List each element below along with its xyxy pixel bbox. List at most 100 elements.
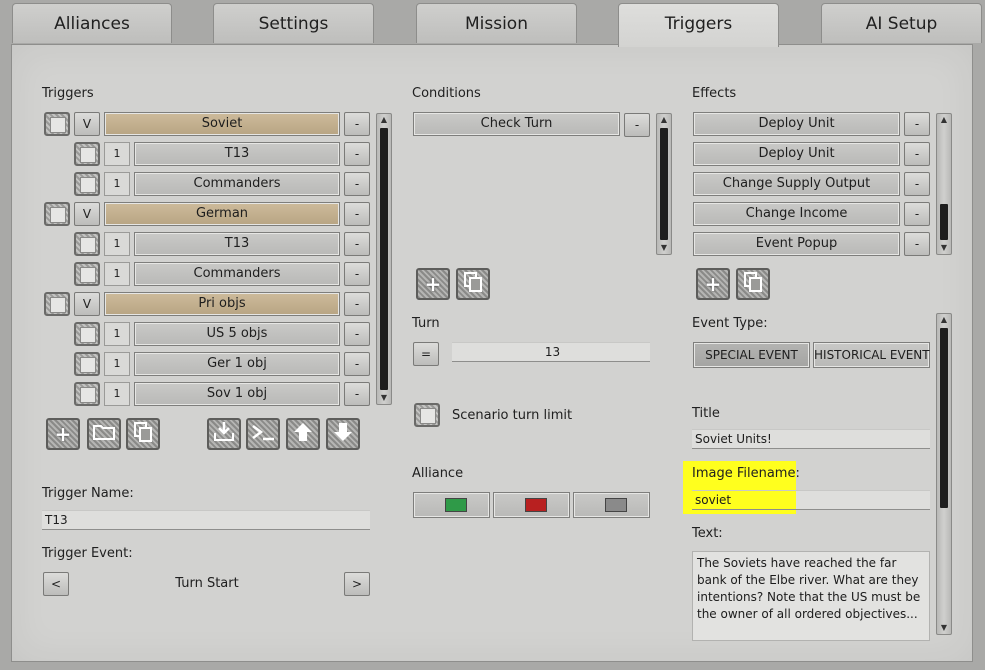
scroll-thumb[interactable] (940, 328, 948, 508)
trigger-group-checkbox[interactable] (44, 202, 70, 226)
copy-condition-icon[interactable] (456, 268, 490, 300)
trigger-row[interactable]: Ger 1 obj (134, 352, 340, 376)
trigger-remove-button[interactable]: - (344, 352, 370, 376)
effect-row[interactable]: Deploy Unit (693, 112, 900, 136)
copy-icon[interactable] (126, 418, 160, 450)
tab-settings[interactable]: Settings (213, 3, 374, 43)
scroll-thumb[interactable] (380, 128, 388, 390)
trigger-group-toggle[interactable]: V (74, 112, 100, 136)
trigger-row[interactable]: US 5 objs (134, 322, 340, 346)
add-condition-plus-icon[interactable]: + (416, 268, 450, 300)
tab-ai-setup[interactable]: AI Setup (821, 3, 982, 43)
trigger-group-row[interactable]: German (104, 202, 340, 226)
turn-label: Turn (412, 316, 440, 331)
scroll-up-icon[interactable]: ▲ (937, 114, 951, 126)
scroll-thumb[interactable] (660, 128, 668, 240)
condition-remove-button[interactable]: - (624, 113, 650, 137)
conditions-scrollbar[interactable]: ▲ ▼ (656, 113, 672, 255)
trigger-event-prev-button[interactable]: < (43, 572, 69, 596)
trigger-count: 1 (104, 382, 130, 406)
scroll-down-icon[interactable]: ▼ (657, 242, 671, 254)
effect-row[interactable]: Deploy Unit (693, 142, 900, 166)
tab-mission[interactable]: Mission (416, 3, 577, 43)
trigger-remove-button[interactable]: - (344, 292, 370, 316)
scroll-down-icon[interactable]: ▼ (377, 392, 391, 404)
turn-operator-button[interactable]: = (413, 342, 439, 366)
trigger-checkbox[interactable] (74, 322, 100, 346)
trigger-remove-button[interactable]: - (344, 382, 370, 406)
tab-alliances[interactable]: Alliances (12, 3, 172, 43)
trigger-group-row[interactable]: Pri objs (104, 292, 340, 316)
trigger-remove-button[interactable]: - (344, 322, 370, 346)
effect-remove-button[interactable]: - (904, 172, 930, 196)
trigger-list-scrollbar[interactable]: ▲ ▼ (376, 113, 392, 405)
add-effect-plus-icon[interactable]: + (696, 268, 730, 300)
trigger-checkbox[interactable] (74, 232, 100, 256)
scroll-up-icon[interactable]: ▲ (657, 114, 671, 126)
scroll-down-icon[interactable]: ▼ (937, 242, 951, 254)
trigger-row[interactable]: T13 (134, 232, 340, 256)
title-input[interactable]: Soviet Units! (692, 429, 930, 449)
trigger-remove-button[interactable]: - (344, 232, 370, 256)
trigger-group-checkbox[interactable] (44, 112, 70, 136)
trigger-remove-button[interactable]: - (344, 202, 370, 226)
arrow-up-icon[interactable] (286, 418, 320, 450)
tab-triggers[interactable]: Triggers (618, 3, 779, 47)
event-type-historical-button[interactable]: HISTORICAL EVENT (813, 342, 930, 368)
effects-scrollbar[interactable]: ▲ ▼ (936, 113, 952, 255)
trigger-checkbox[interactable] (74, 172, 100, 196)
trigger-group-toggle[interactable]: V (74, 292, 100, 316)
trigger-checkbox[interactable] (74, 382, 100, 406)
condition-check-turn[interactable]: Check Turn (413, 112, 620, 136)
alliance-option-red[interactable] (493, 492, 570, 518)
trigger-checkbox[interactable] (74, 352, 100, 376)
trigger-row[interactable]: Sov 1 obj (134, 382, 340, 406)
trigger-remove-button[interactable]: - (344, 262, 370, 286)
trigger-group-checkbox[interactable] (44, 292, 70, 316)
trigger-group-row[interactable]: Soviet (104, 112, 340, 136)
scroll-thumb[interactable] (940, 204, 948, 240)
arrow-down-icon[interactable] (326, 418, 360, 450)
trigger-checkbox[interactable] (74, 142, 100, 166)
event-scrollbar[interactable]: ▲ ▼ (936, 313, 952, 635)
trigger-event-value: Turn Start (175, 576, 239, 591)
trigger-checkbox[interactable] (74, 262, 100, 286)
effect-row[interactable]: Change Income (693, 202, 900, 226)
trigger-row[interactable]: Commanders (134, 262, 340, 286)
trigger-remove-button[interactable]: - (344, 112, 370, 136)
event-type-special-button[interactable]: SPECIAL EVENT (693, 342, 810, 368)
trigger-group-toggle[interactable]: V (74, 202, 100, 226)
image-filename-input[interactable]: soviet (692, 490, 930, 510)
console-icon[interactable] (246, 418, 280, 450)
effect-row[interactable]: Event Popup (693, 232, 900, 256)
effect-remove-button[interactable]: - (904, 232, 930, 256)
scroll-up-icon[interactable]: ▲ (937, 314, 951, 326)
trigger-row[interactable]: Commanders (134, 172, 340, 196)
alliance-label: Alliance (412, 466, 464, 481)
turn-value-input[interactable]: 13 (452, 342, 650, 362)
effect-row[interactable]: Change Supply Output (693, 172, 900, 196)
trigger-remove-button[interactable]: - (344, 172, 370, 196)
plus-icon[interactable]: + (46, 418, 80, 450)
alliance-option-gray[interactable] (573, 492, 650, 518)
effects-heading: Effects (692, 86, 737, 101)
trigger-row[interactable]: T13 (134, 142, 340, 166)
text-label: Text: (692, 526, 723, 541)
scroll-up-icon[interactable]: ▲ (377, 114, 391, 126)
folder-icon[interactable] (87, 418, 121, 450)
import-icon[interactable] (207, 418, 241, 450)
trigger-count: 1 (104, 322, 130, 346)
effect-remove-button[interactable]: - (904, 202, 930, 226)
alliance-swatch (525, 498, 547, 512)
effect-remove-button[interactable]: - (904, 142, 930, 166)
trigger-remove-button[interactable]: - (344, 142, 370, 166)
alliance-option-green[interactable] (413, 492, 490, 518)
effect-remove-button[interactable]: - (904, 112, 930, 136)
scenario-turn-limit-checkbox[interactable] (414, 403, 440, 427)
scroll-down-icon[interactable]: ▼ (937, 622, 951, 634)
trigger-name-input[interactable]: T13 (42, 510, 370, 530)
triggers-heading: Triggers (42, 86, 94, 101)
trigger-event-next-button[interactable]: > (344, 572, 370, 596)
event-text-area[interactable]: The Soviets have reached the far bank of… (692, 551, 930, 641)
copy-effect-icon[interactable] (736, 268, 770, 300)
